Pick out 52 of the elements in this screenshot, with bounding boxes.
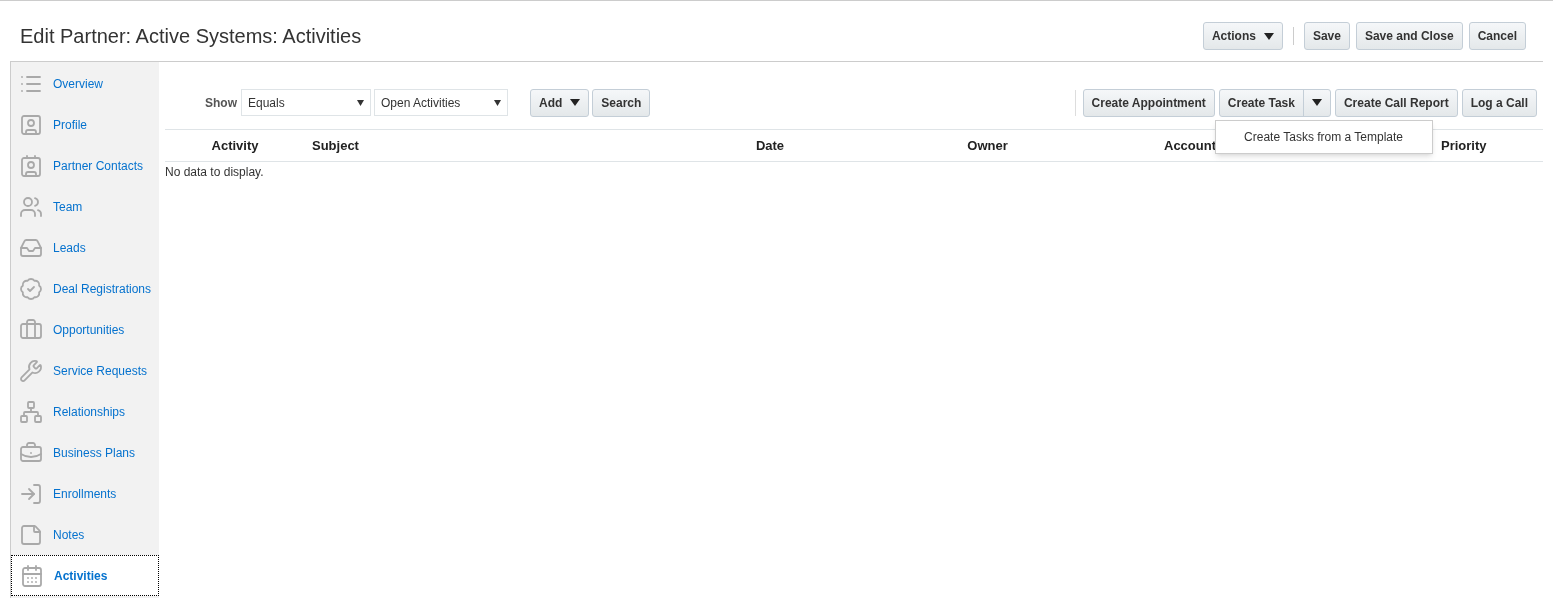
button[interactable]: Search	[592, 88, 651, 117]
split-button-label[interactable]: Create Task	[1219, 93, 1303, 112]
menu-item[interactable]: Create Tasks from a Template	[1215, 121, 1432, 152]
sidebar-item[interactable]: Business Plans	[11, 432, 159, 473]
sidebar-item[interactable]: Leads	[11, 227, 159, 268]
caret-icon	[570, 99, 581, 106]
network-icon	[19, 399, 43, 424]
badge-check-icon	[19, 276, 43, 301]
sidebar-item[interactable]: Enrollments	[11, 473, 159, 514]
note-icon	[19, 522, 43, 547]
button[interactable]: Save	[1303, 22, 1350, 50]
dropdown-arrow-icon	[494, 99, 501, 106]
sidebar-item[interactable]: Overview	[11, 63, 159, 104]
contact-card-icon	[19, 153, 43, 178]
calendar-icon	[20, 563, 44, 588]
column-header: Date	[755, 137, 785, 153]
column-header: Account	[1164, 137, 1216, 153]
arrow-in-icon	[19, 481, 43, 506]
column-header: Priority	[1441, 137, 1487, 153]
sidebar-item[interactable]: Team	[11, 186, 159, 227]
sidebar-item[interactable]: Deal Registrations	[11, 268, 159, 309]
button[interactable]: Cancel	[1468, 22, 1526, 50]
dropdown-arrow-icon	[357, 99, 364, 106]
column-header: Activity	[211, 137, 259, 153]
briefcase-icon	[19, 317, 43, 342]
button[interactable]: Create Call Report	[1334, 88, 1458, 117]
wrench-icon	[19, 358, 43, 383]
sidebar-item[interactable]: Activities	[11, 555, 159, 596]
dropdown-field[interactable]: Equals	[241, 89, 371, 116]
caret-icon	[1263, 32, 1274, 40]
menu-button[interactable]: Actions	[1202, 22, 1283, 50]
empty-message: No data to display.	[165, 164, 265, 181]
sidebar-item[interactable]: Relationships	[11, 391, 159, 432]
sidebar-item[interactable]: Service Requests	[11, 350, 159, 391]
sidebar-item[interactable]: Profile	[11, 104, 159, 145]
people-icon	[19, 194, 43, 219]
filter-label: Show	[205, 94, 237, 112]
split-button[interactable]: Create Task	[1218, 88, 1331, 117]
caret-icon	[1311, 99, 1322, 106]
sidebar-item[interactable]: Partner Contacts	[11, 145, 159, 186]
column-header: Owner	[967, 137, 1008, 153]
button[interactable]: Log a Call	[1461, 88, 1537, 117]
dropdown-field[interactable]: Open Activities	[374, 89, 508, 116]
briefcase-icon	[19, 440, 43, 465]
sidebar-item[interactable]: Opportunities	[11, 309, 159, 350]
sidebar-item[interactable]: Notes	[11, 514, 159, 555]
button[interactable]: Save and Close	[1355, 22, 1463, 50]
column-header: Subject	[312, 137, 359, 153]
menu-button[interactable]: Add	[530, 88, 590, 117]
button[interactable]: Create Appointment	[1082, 88, 1215, 117]
page-title: Edit Partner: Active Systems: Activities	[20, 24, 362, 49]
id-card-icon	[19, 112, 43, 137]
